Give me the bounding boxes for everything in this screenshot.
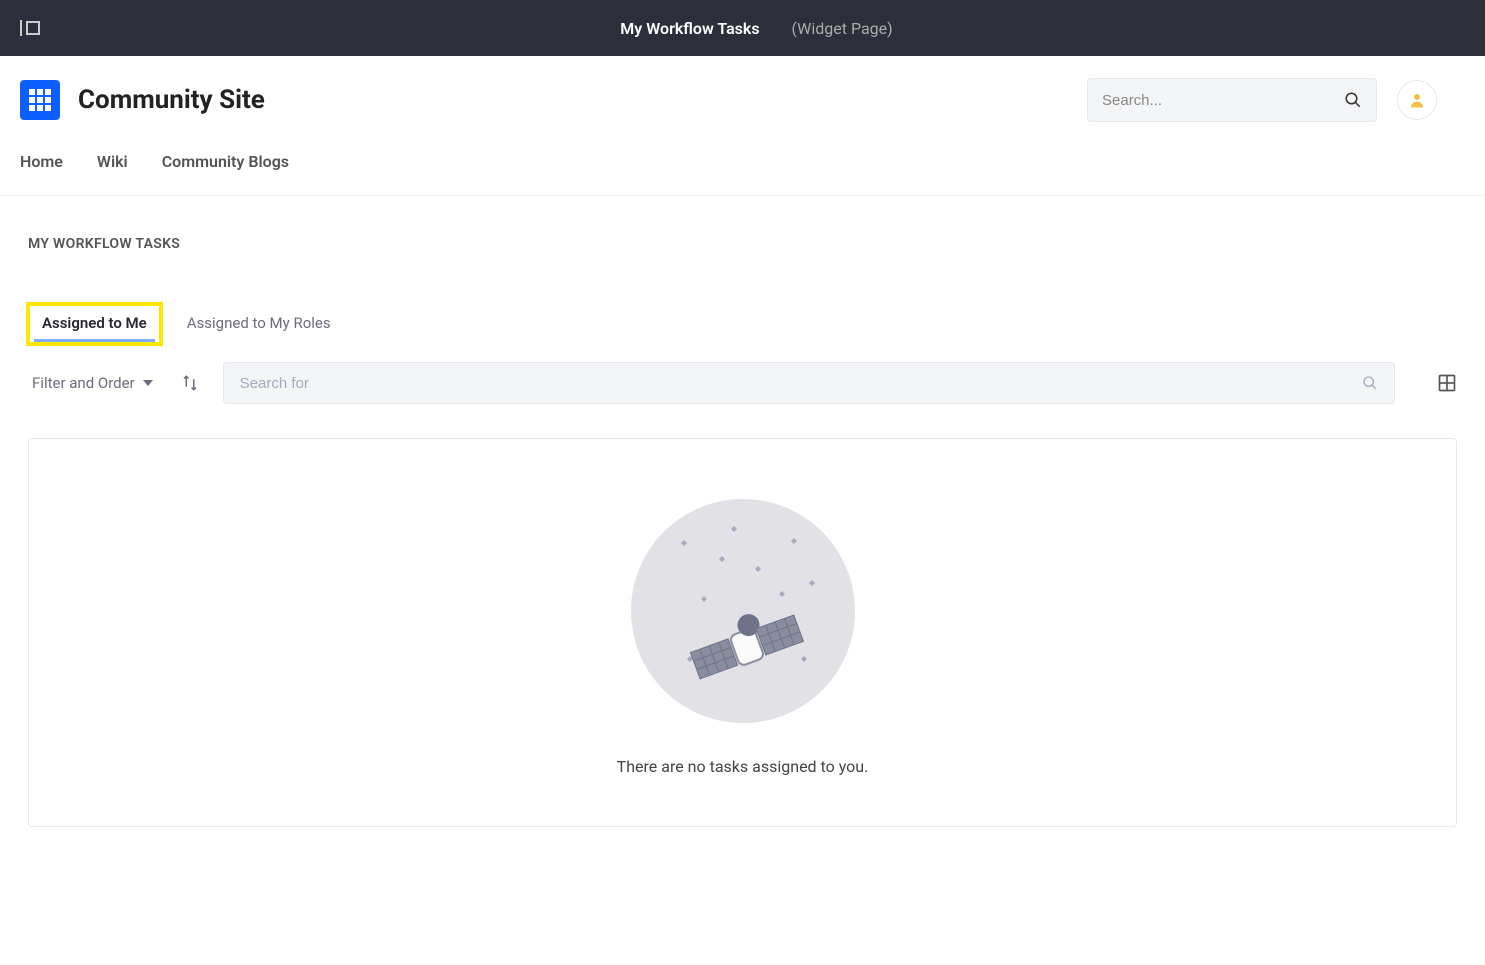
site-logo[interactable] <box>20 80 60 120</box>
tab-assigned-to-my-roles[interactable]: Assigned to My Roles <box>173 304 345 344</box>
topbar-title-main: My Workflow Tasks <box>592 0 787 78</box>
page-caption: MY WORKFLOW TASKS <box>28 236 1457 252</box>
topbar-title-sub: (Widget Page) <box>792 19 893 38</box>
tab-label: Assigned to Me <box>42 314 147 332</box>
nav-link-wiki[interactable]: Wiki <box>97 152 128 171</box>
task-search-input[interactable] <box>240 375 1362 392</box>
grid-logo-icon <box>29 89 51 111</box>
task-search[interactable] <box>223 362 1395 404</box>
empty-state-message: There are no tasks assigned to you. <box>49 757 1436 776</box>
main-content: MY WORKFLOW TASKS Assigned to Me Assigne… <box>0 196 1485 867</box>
grid-view-icon[interactable] <box>1437 373 1457 393</box>
filter-order-label: Filter and Order <box>32 374 135 392</box>
topbar-title: My Workflow Tasks (Widget Page) <box>592 19 892 38</box>
nav-link-home[interactable]: Home <box>20 152 63 171</box>
tab-label: Assigned to My Roles <box>187 314 331 332</box>
toggle-square-icon <box>26 21 40 35</box>
user-icon <box>1408 91 1426 109</box>
primary-nav: Home Wiki Community Blogs <box>0 134 1485 196</box>
panel-toggle-button[interactable] <box>20 20 40 36</box>
site-name: Community Site <box>78 85 265 115</box>
caret-down-icon <box>143 380 153 386</box>
search-icon <box>1362 375 1378 391</box>
toggle-bar-icon <box>20 20 22 36</box>
filter-order-dropdown[interactable]: Filter and Order <box>28 368 157 398</box>
satellite-illustration-icon <box>631 499 855 723</box>
search-icon <box>1344 91 1362 109</box>
management-toolbar: Filter and Order <box>28 362 1457 404</box>
admin-topbar: My Workflow Tasks (Widget Page) <box>0 0 1485 56</box>
tab-bar: Assigned to Me Assigned to My Roles <box>28 304 1457 344</box>
global-search[interactable] <box>1087 78 1377 122</box>
sort-toggle-icon[interactable] <box>181 374 199 392</box>
global-search-input[interactable] <box>1102 92 1344 109</box>
user-avatar-button[interactable] <box>1397 80 1437 120</box>
nav-link-community-blogs[interactable]: Community Blogs <box>162 152 289 171</box>
tab-assigned-to-me[interactable]: Assigned to Me <box>28 304 161 344</box>
empty-state-card: There are no tasks assigned to you. <box>28 438 1457 827</box>
